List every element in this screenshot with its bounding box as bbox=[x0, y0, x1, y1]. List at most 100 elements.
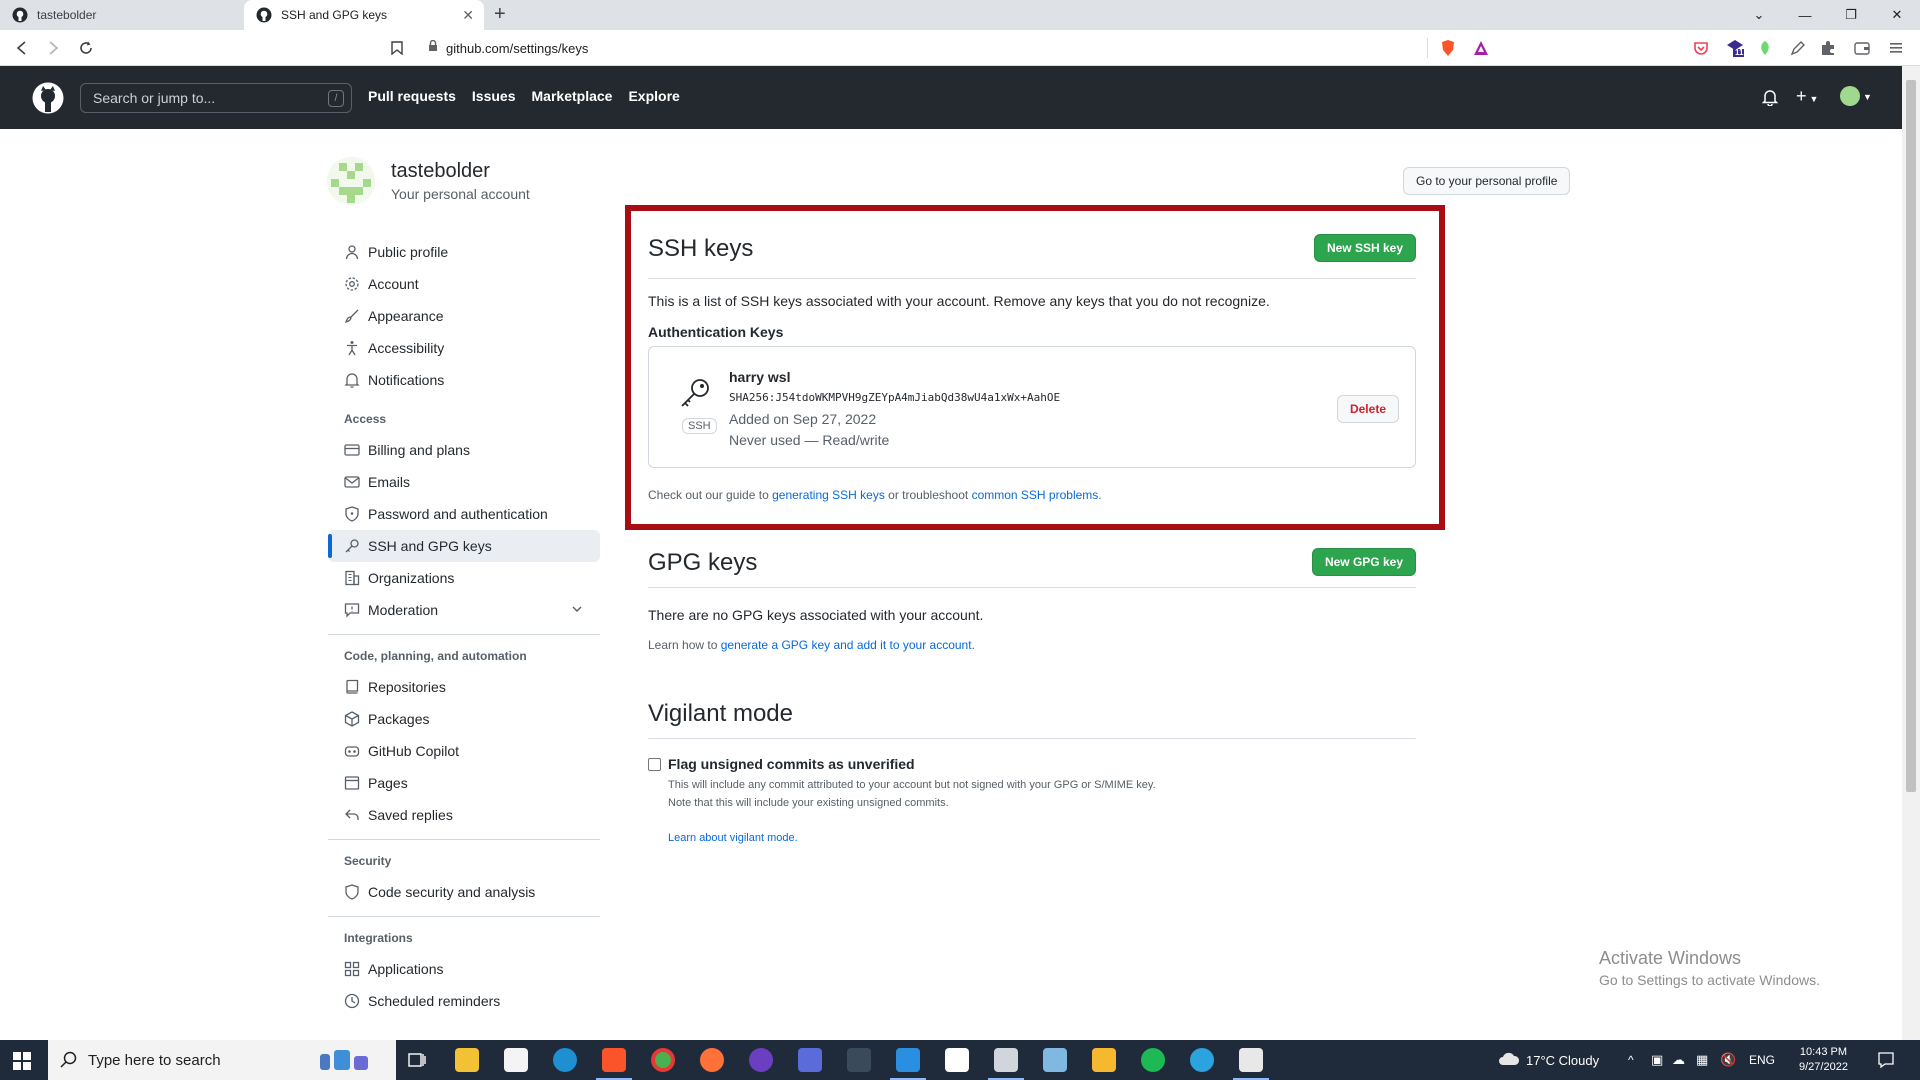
nav-explore[interactable]: Explore bbox=[628, 88, 679, 104]
chevron-down-icon[interactable] bbox=[570, 602, 584, 619]
new-ssh-key-button[interactable]: New SSH key bbox=[1313, 234, 1416, 262]
spotify-icon[interactable] bbox=[1141, 1048, 1165, 1072]
windows-start-icon[interactable] bbox=[13, 1052, 31, 1075]
github-favicon-icon bbox=[12, 7, 28, 23]
network-icon[interactable]: ▦ bbox=[1696, 1040, 1708, 1080]
notion-icon[interactable] bbox=[945, 1048, 969, 1072]
nav-pull-requests[interactable]: Pull requests bbox=[368, 88, 456, 104]
generate-gpg-key-link[interactable]: generate a GPG key and add it to your ac… bbox=[721, 638, 972, 652]
global-search-input[interactable]: Search or jump to... / bbox=[80, 83, 352, 113]
puzzle-icon[interactable] bbox=[1818, 38, 1838, 58]
account-avatar[interactable] bbox=[327, 157, 375, 205]
extension-badge-icon[interactable]: 11 bbox=[1725, 38, 1745, 58]
7zip-icon[interactable] bbox=[504, 1048, 528, 1072]
bell-icon[interactable] bbox=[1761, 88, 1779, 111]
chevron-up-icon[interactable]: ^ bbox=[1628, 1040, 1634, 1080]
scrollbar-thumb[interactable] bbox=[1906, 80, 1916, 792]
back-icon[interactable] bbox=[11, 37, 33, 59]
sidebar-item-code-security[interactable]: Code security and analysis bbox=[328, 876, 600, 908]
sidebar-item-repositories[interactable]: Repositories bbox=[328, 671, 600, 703]
app-icon[interactable] bbox=[847, 1048, 871, 1072]
nav-issues[interactable]: Issues bbox=[472, 88, 516, 104]
ssh-key-usage: Never used — Read/write bbox=[729, 432, 890, 448]
weather-widget[interactable]: 17°C Cloudy bbox=[1498, 1040, 1599, 1080]
address-bar[interactable]: github.com/settings/keys bbox=[428, 34, 1548, 62]
delete-ssh-key-button[interactable]: Delete bbox=[1336, 395, 1399, 423]
reload-icon[interactable] bbox=[75, 37, 97, 59]
sidebar-item-emails[interactable]: Emails bbox=[328, 466, 600, 498]
taskbar-search-placeholder: Type here to search bbox=[88, 1051, 221, 1069]
app-icon[interactable] bbox=[798, 1048, 822, 1072]
sidebar-item-applications[interactable]: Applications bbox=[328, 953, 600, 985]
browser-tab-ssh-keys[interactable]: SSH and GPG keys ✕ bbox=[244, 0, 484, 30]
app-icon[interactable] bbox=[1043, 1048, 1067, 1072]
app-icon[interactable] bbox=[988, 1048, 1024, 1080]
search-highlight-icon[interactable] bbox=[316, 1046, 376, 1078]
close-window-button[interactable]: ✕ bbox=[1874, 0, 1920, 30]
vscode-icon[interactable] bbox=[890, 1048, 926, 1080]
language-indicator[interactable]: ENG bbox=[1749, 1040, 1775, 1080]
onedrive-icon[interactable]: ☁ bbox=[1672, 1040, 1685, 1080]
app-icon[interactable] bbox=[1092, 1048, 1116, 1072]
tray-app-icon[interactable]: ▣ bbox=[1651, 1040, 1663, 1080]
sidebar-item-public-profile[interactable]: Public profile bbox=[328, 236, 600, 268]
sidebar-item-account[interactable]: Account bbox=[328, 268, 600, 300]
new-gpg-key-button[interactable]: New GPG key bbox=[1311, 548, 1416, 576]
firefox-icon[interactable] bbox=[700, 1048, 724, 1072]
sidebar-item-organizations[interactable]: Organizations bbox=[328, 562, 600, 594]
browser-tab-tastebolder[interactable]: tastebolder bbox=[0, 0, 244, 30]
go-to-profile-button[interactable]: Go to your personal profile bbox=[1403, 167, 1571, 195]
close-tab-icon[interactable]: ✕ bbox=[462, 8, 474, 22]
restore-button[interactable]: ❐ bbox=[1828, 0, 1874, 30]
notifications-icon[interactable] bbox=[1877, 1040, 1895, 1080]
github-logo-icon[interactable] bbox=[32, 82, 64, 114]
sidebar-item-scheduled-reminders[interactable]: Scheduled reminders bbox=[328, 985, 600, 1017]
sidebar-item-accessibility[interactable]: Accessibility bbox=[328, 332, 600, 364]
tab-title: tastebolder bbox=[37, 8, 97, 22]
sidebar-item-moderation[interactable]: Moderation bbox=[328, 594, 600, 626]
flag-unsigned-commits-label[interactable]: Flag unsigned commits as unverified bbox=[668, 756, 915, 772]
sidebar-item-appearance[interactable]: Appearance bbox=[328, 300, 600, 332]
clock[interactable]: 10:43 PM 9/27/2022 bbox=[1799, 1040, 1848, 1080]
generating-ssh-keys-link[interactable]: generating SSH keys bbox=[772, 488, 885, 502]
pocket-icon[interactable] bbox=[1691, 38, 1711, 58]
minimize-button[interactable]: — bbox=[1782, 0, 1828, 30]
taskbar-search-input[interactable]: Type here to search bbox=[48, 1040, 396, 1080]
sidebar-item-packages[interactable]: Packages bbox=[328, 703, 600, 735]
pen-extension-icon[interactable] bbox=[1788, 38, 1808, 58]
brave-rewards-icon[interactable] bbox=[1471, 38, 1491, 58]
file-explorer-icon[interactable] bbox=[455, 1048, 479, 1072]
brave-shield-icon[interactable] bbox=[1438, 38, 1458, 58]
app-icon[interactable] bbox=[1233, 1048, 1269, 1080]
flag-unsigned-commits-checkbox[interactable] bbox=[648, 758, 661, 771]
sidebar-item-saved-replies[interactable]: Saved replies bbox=[328, 799, 600, 831]
tab-search-icon[interactable]: ⌄ bbox=[1736, 0, 1782, 30]
brave-browser-icon[interactable] bbox=[596, 1048, 632, 1080]
sidebar-item-ssh-gpg-keys[interactable]: SSH and GPG keys bbox=[328, 530, 600, 562]
forward-icon[interactable] bbox=[42, 37, 64, 59]
chrome-icon[interactable] bbox=[651, 1048, 675, 1072]
bookmark-icon[interactable] bbox=[386, 37, 408, 59]
app-icon[interactable] bbox=[749, 1048, 773, 1072]
user-avatar-menu[interactable]: ▼ bbox=[1840, 86, 1872, 106]
create-new-dropdown[interactable]: + ▼ bbox=[1796, 86, 1818, 107]
new-tab-button[interactable]: + bbox=[494, 3, 506, 26]
leaf-extension-icon[interactable] bbox=[1755, 38, 1775, 58]
sidebar-item-notifications[interactable]: Notifications bbox=[328, 364, 600, 396]
volume-icon[interactable]: 🔇 bbox=[1720, 1040, 1736, 1080]
browser-menu-icon[interactable] bbox=[1886, 38, 1906, 58]
sidebar-item-copilot[interactable]: GitHub Copilot bbox=[328, 735, 600, 767]
account-name[interactable]: tastebolder bbox=[391, 160, 530, 183]
telegram-icon[interactable] bbox=[1190, 1048, 1214, 1072]
wallet-icon[interactable] bbox=[1852, 38, 1872, 58]
sidebar-item-password-authentication[interactable]: Password and authentication bbox=[328, 498, 600, 530]
learn-vigilant-mode-link[interactable]: Learn about vigilant mode. bbox=[668, 832, 798, 844]
page-scrollbar[interactable] bbox=[1902, 66, 1920, 1040]
sidebar-item-pages[interactable]: Pages bbox=[328, 767, 600, 799]
task-view-icon[interactable] bbox=[405, 1048, 429, 1072]
sidebar-item-billing[interactable]: Billing and plans bbox=[328, 434, 600, 466]
nav-marketplace[interactable]: Marketplace bbox=[532, 88, 613, 104]
common-ssh-problems-link[interactable]: common SSH problems bbox=[972, 488, 1099, 502]
edge-icon[interactable] bbox=[553, 1048, 577, 1072]
sidebar-item-label: Account bbox=[368, 276, 419, 292]
